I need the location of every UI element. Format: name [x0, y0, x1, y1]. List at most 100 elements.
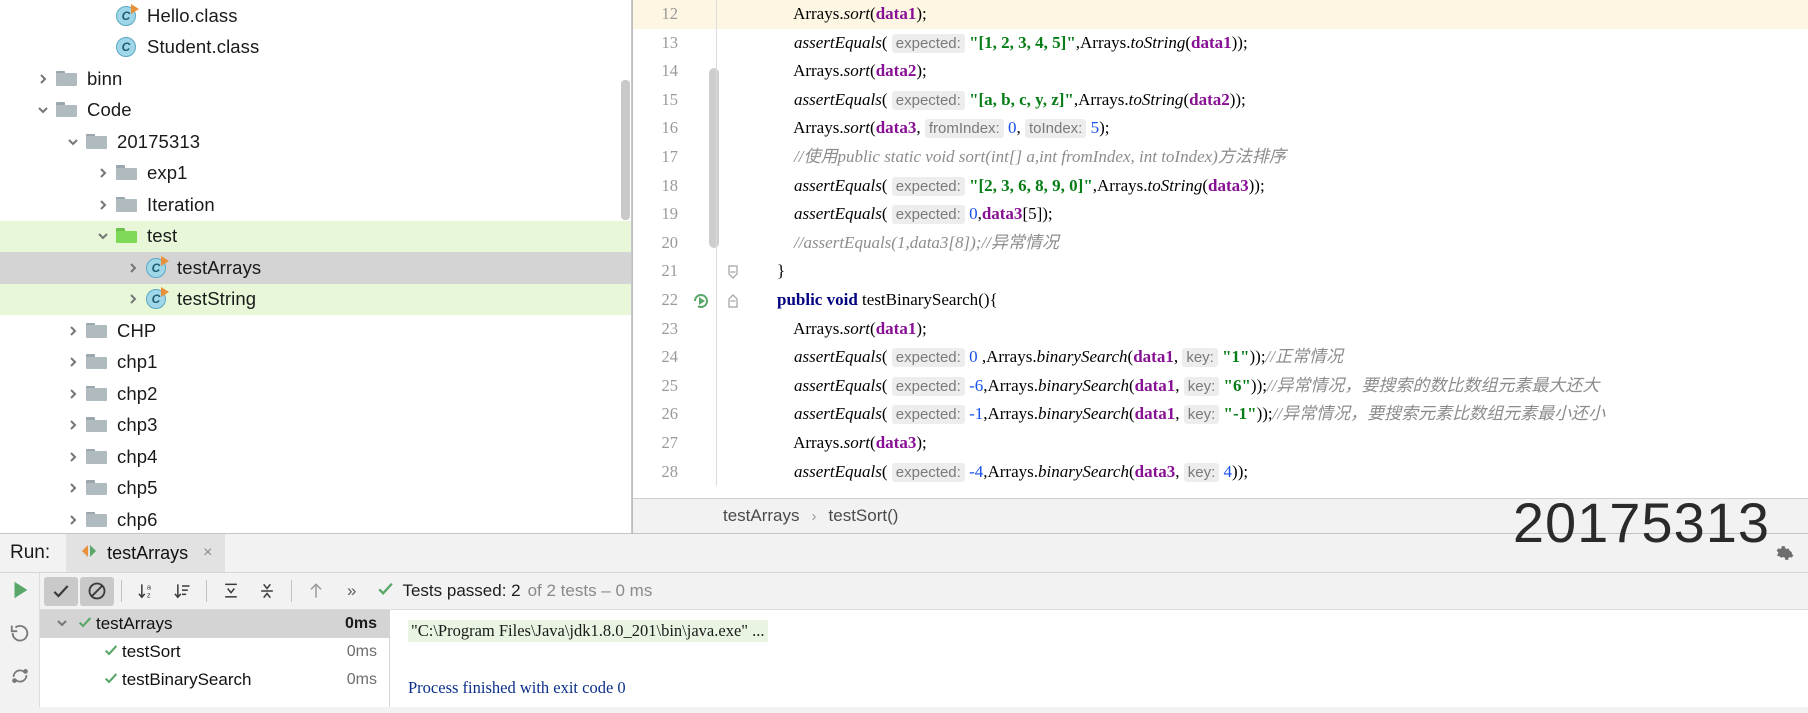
- tree-item-label: exp1: [147, 162, 188, 184]
- code-line[interactable]: 15 assertEquals( expected: "[a, b, c, y,…: [633, 85, 1808, 115]
- chevron-right-icon[interactable]: [60, 325, 86, 337]
- test-duration: 0ms: [344, 615, 377, 632]
- code-token-plain: ,: [916, 118, 925, 138]
- gutter-area: [686, 57, 716, 86]
- show-passed-button[interactable]: [44, 576, 78, 606]
- run-split: testArrays 0ms testSort 0ms testBinarySearch…: [40, 610, 1808, 713]
- tree-item-code[interactable]: Code: [0, 95, 631, 127]
- chevron-right-icon[interactable]: [90, 199, 116, 211]
- chevron-down-icon[interactable]: [60, 136, 86, 148]
- chevron-right-icon[interactable]: [60, 388, 86, 400]
- test-result-row[interactable]: testSort 0ms: [40, 638, 389, 666]
- run-test-gutter-icon[interactable]: [686, 286, 716, 315]
- line-number: 22: [661, 289, 679, 309]
- breadcrumb-class[interactable]: testArrays: [723, 506, 800, 526]
- previous-test-button[interactable]: [299, 577, 333, 606]
- code-line[interactable]: 12 Arrays.sort(data1);: [633, 0, 1808, 29]
- play-icon[interactable]: [9, 579, 31, 606]
- run-main: a z » Tests passed: 2 of 2 tests – 0 ms …: [0, 572, 1808, 713]
- chevron-right-icon[interactable]: [60, 451, 86, 463]
- tree-item-chp3[interactable]: chp3: [0, 410, 631, 442]
- tree-item-iteration[interactable]: Iteration: [0, 189, 631, 221]
- gutter-area: [686, 229, 716, 258]
- gear-icon[interactable]: [1774, 542, 1796, 569]
- expand-all-button[interactable]: [214, 577, 248, 606]
- run-tab-testarrays[interactable]: testArrays ×: [66, 534, 225, 572]
- tree-item-testarrays[interactable]: CtestArrays: [0, 252, 631, 284]
- tree-item-chp4[interactable]: chp4: [0, 441, 631, 473]
- sort-alphabetically-button[interactable]: a z: [129, 577, 163, 606]
- code-line[interactable]: 13 assertEquals( expected: "[1, 2, 3, 4,…: [633, 28, 1808, 58]
- code-line[interactable]: 26 assertEquals( expected: -1,Arrays.bin…: [633, 400, 1808, 429]
- gutter-area: [686, 315, 716, 344]
- console-result-line: Process finished with exit code 0: [408, 678, 626, 697]
- fold-area: [716, 142, 750, 172]
- code-line[interactable]: 14 Arrays.sort(data2);: [633, 57, 1808, 86]
- chevron-right-icon[interactable]: [120, 293, 146, 305]
- project-tree-panel[interactable]: C Hello.class C Student.class binn Code 201753…: [0, 0, 632, 533]
- console-output[interactable]: "C:\Program Files\Java\jdk1.8.0_201\bin\…: [390, 610, 1808, 713]
- code-line-text: //assertEquals(1,data3[8]);//异常情况: [750, 229, 1059, 258]
- breadcrumb-method[interactable]: testSort(): [829, 506, 899, 526]
- run-content: a z » Tests passed: 2 of 2 tests – 0 ms …: [40, 573, 1808, 713]
- tree-item-label: Code: [87, 99, 132, 121]
- toggle-auto-test-icon[interactable]: [9, 665, 31, 692]
- chevron-down-icon[interactable]: [30, 104, 56, 116]
- sort-by-duration-button[interactable]: [165, 577, 199, 606]
- code-line[interactable]: 20 //assertEquals(1,data3[8]);//异常情况: [633, 228, 1808, 258]
- code-line[interactable]: 19 assertEquals( expected: 0,data3[5]);: [633, 200, 1808, 229]
- tree-item-chp5[interactable]: chp5: [0, 473, 631, 505]
- tree-item-chp2[interactable]: chp2: [0, 378, 631, 410]
- tree-item-hello-class[interactable]: C Hello.class: [0, 0, 631, 32]
- rerun-tests-icon[interactable]: [9, 622, 31, 649]
- tree-item-teststring[interactable]: CtestString: [0, 283, 631, 315]
- close-icon[interactable]: ×: [203, 544, 212, 562]
- tree-item-test[interactable]: test: [0, 220, 631, 252]
- chevron-right-icon[interactable]: [60, 356, 86, 368]
- tree-item-exp1[interactable]: exp1: [0, 158, 631, 190]
- code-fold-toggle[interactable]: [716, 257, 750, 286]
- tree-item-chp[interactable]: CHP: [0, 315, 631, 347]
- chevron-down-icon[interactable]: [50, 617, 74, 632]
- code-token-field: data1: [875, 318, 917, 338]
- tree-item-chp1[interactable]: chp1: [0, 347, 631, 379]
- line-number: 15: [661, 89, 679, 109]
- chevron-right-icon[interactable]: [120, 262, 146, 274]
- chevron-down-icon[interactable]: [90, 230, 116, 242]
- run-tool-window: Run: testArrays × a z » Tests passed: 2 …: [0, 533, 1808, 713]
- code-line[interactable]: 27 Arrays.sort(data3);: [633, 428, 1808, 458]
- fold-area: [716, 343, 750, 372]
- code-token-plain: ,: [1175, 461, 1184, 481]
- tree-item-chp6[interactable]: chp6: [0, 504, 631, 533]
- code-line[interactable]: 24 assertEquals( expected: 0 ,Arrays.bin…: [633, 343, 1808, 372]
- breadcrumb[interactable]: testArrays › testSort(): [633, 498, 1808, 533]
- chevron-right-icon[interactable]: [60, 482, 86, 494]
- code-line[interactable]: 25 assertEquals( expected: -6,Arrays.bin…: [633, 371, 1808, 401]
- chevron-right-icon[interactable]: [90, 167, 116, 179]
- svg-text:z: z: [147, 591, 151, 600]
- code-token-plain: ,Arrays.: [1092, 175, 1148, 195]
- project-tree-scrollbar[interactable]: [621, 80, 630, 220]
- tree-item-binn[interactable]: binn: [0, 63, 631, 95]
- chevron-right-icon[interactable]: [60, 514, 86, 526]
- code-line[interactable]: 18 assertEquals( expected: "[2, 3, 6, 8,…: [633, 171, 1808, 201]
- code-line[interactable]: 22 public void testBinarySearch(){: [633, 285, 1808, 315]
- code-line[interactable]: 17 //使用public static void sort(int[] a,i…: [633, 142, 1808, 172]
- code-line[interactable]: 16 Arrays.sort(data3, fromIndex: 0, toIn…: [633, 114, 1808, 143]
- chevron-right-icon[interactable]: [30, 73, 56, 85]
- code-line[interactable]: 28 assertEquals( expected: -4,Arrays.bin…: [633, 457, 1808, 487]
- test-result-row[interactable]: testArrays 0ms: [40, 610, 389, 638]
- code-line[interactable]: 21 }: [633, 257, 1808, 286]
- chevron-right-icon[interactable]: [60, 419, 86, 431]
- code-fold-toggle[interactable]: [716, 285, 750, 315]
- run-config-icon: [80, 543, 98, 564]
- collapse-all-button[interactable]: [250, 577, 284, 606]
- tree-item-20175313[interactable]: 20175313: [0, 126, 631, 158]
- code-line[interactable]: 23 Arrays.sort(data1);: [633, 314, 1808, 344]
- more-options-button[interactable]: »: [335, 581, 368, 601]
- tree-item-student-class[interactable]: C Student.class: [0, 32, 631, 64]
- code-editor[interactable]: 12 Arrays.sort(data1); 13 assertEquals( e…: [633, 0, 1808, 498]
- test-result-row[interactable]: testBinarySearch 0ms: [40, 666, 389, 694]
- test-results-tree[interactable]: testArrays 0ms testSort 0ms testBinarySearch…: [40, 610, 390, 713]
- hide-ignored-button[interactable]: [80, 576, 114, 606]
